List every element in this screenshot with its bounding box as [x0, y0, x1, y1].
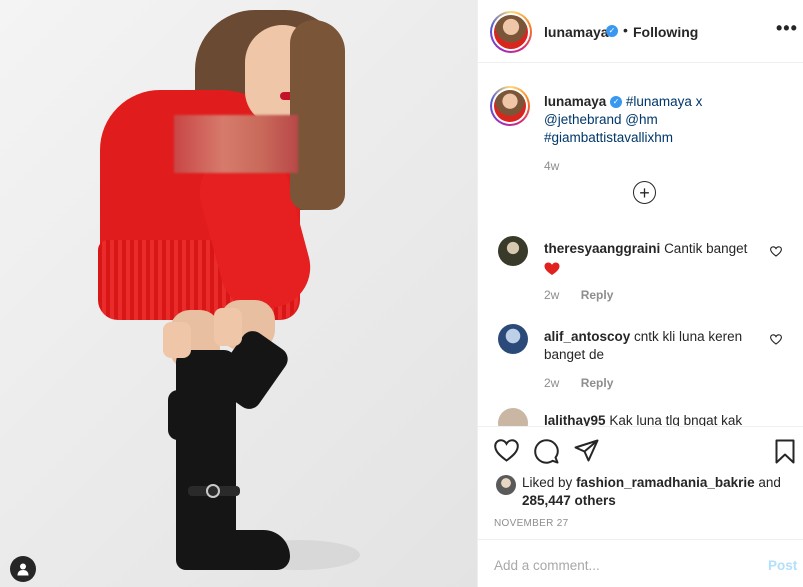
likes-count[interactable]: 285,447 others: [522, 493, 616, 508]
photo-hand: [163, 322, 191, 358]
post-date[interactable]: NOVEMBER 27: [494, 518, 568, 529]
caption-time[interactable]: 4w: [544, 159, 559, 173]
commenter-avatar[interactable]: [498, 408, 528, 426]
author-avatar[interactable]: [490, 11, 532, 53]
add-comment-section: Post: [478, 539, 803, 587]
following-button[interactable]: Following: [633, 24, 698, 40]
likes-and: and: [758, 475, 781, 490]
liker-avatar[interactable]: [496, 475, 516, 495]
comment-text: lalithay95 Kak luna tlg bngat kak: [544, 412, 754, 426]
photo-boot-foot: [200, 530, 290, 570]
caption-avatar[interactable]: [490, 86, 530, 126]
likes-prefix: Liked by: [522, 475, 573, 490]
comment-time[interactable]: 2w: [544, 288, 559, 302]
commenter-username[interactable]: alif_antoscoy: [544, 329, 630, 344]
bookmark-icon[interactable]: [775, 439, 795, 464]
liker-username[interactable]: fashion_ramadhania_bakrie: [576, 475, 755, 490]
more-options-icon[interactable]: •••: [776, 18, 798, 39]
comments-list[interactable]: lunamaya ✓ #lunamaya x @jethebrand @hm #…: [478, 64, 803, 426]
avatar-inner: [492, 13, 530, 51]
caption-username[interactable]: lunamaya: [544, 94, 606, 109]
plus-circle-icon: +: [639, 182, 650, 203]
avatar-image: [494, 15, 528, 49]
post-header: lunamaya ✓ • Following •••: [478, 0, 803, 63]
comment-meta: 2w Reply: [544, 376, 613, 390]
comment-body: Cantik banget: [664, 241, 748, 256]
caption-mentions[interactable]: @jethebrand @hm: [544, 112, 658, 127]
caption-text: lunamaya ✓ #lunamaya x @jethebrand @hm #…: [544, 93, 784, 147]
likes-summary: Liked by fashion_ramadhania_bakrie and 2…: [522, 474, 792, 510]
comment-meta: 2w Reply: [544, 288, 613, 302]
separator-dot: •: [623, 22, 628, 38]
post-actions: Liked by fashion_ramadhania_bakrie and 2…: [478, 426, 803, 539]
censor-blur: [174, 115, 298, 173]
post-side-panel: lunamaya ✓ • Following ••• lunamaya ✓ #l…: [477, 0, 803, 587]
share-icon[interactable]: [574, 439, 599, 462]
photo-buckle-ring: [206, 484, 220, 498]
comment-time[interactable]: 2w: [544, 376, 559, 390]
commenter-avatar[interactable]: [498, 236, 528, 266]
load-more-comments-button[interactable]: +: [633, 181, 656, 204]
red-heart-emoji-icon: [544, 262, 560, 275]
user-tag-icon: [17, 563, 29, 576]
verified-badge-icon: ✓: [606, 25, 618, 37]
comment-input[interactable]: [494, 554, 754, 576]
comment-like-heart-icon[interactable]: [770, 334, 782, 345]
avatar-inner: [492, 88, 528, 124]
reply-button[interactable]: Reply: [581, 376, 614, 390]
comment-like-heart-icon[interactable]: [770, 246, 782, 257]
comment-body: Kak luna tlg bngat kak: [609, 413, 743, 426]
reply-button[interactable]: Reply: [581, 288, 614, 302]
author-username[interactable]: lunamaya: [544, 24, 609, 40]
post-image[interactable]: [0, 0, 477, 587]
user-tag-button[interactable]: [10, 556, 36, 582]
photo-hand: [214, 308, 242, 346]
photo-hair-front: [290, 20, 345, 210]
commenter-avatar[interactable]: [498, 324, 528, 354]
comment-text: alif_antoscoy cntk kli luna keren banget…: [544, 328, 754, 364]
comment-text: theresyaanggraini Cantik banget: [544, 240, 754, 276]
caption-hashtag[interactable]: #lunamaya x: [626, 94, 703, 109]
comment-icon[interactable]: [534, 439, 559, 464]
avatar-image: [494, 90, 526, 122]
commenter-username[interactable]: lalithay95: [544, 413, 606, 426]
verified-badge-icon: ✓: [610, 96, 623, 109]
post-comment-button[interactable]: Post: [768, 558, 797, 573]
caption-hashtag[interactable]: #giambattistavallixhm: [544, 130, 673, 145]
commenter-username[interactable]: theresyaanggraini: [544, 241, 660, 256]
heart-icon[interactable]: [494, 439, 519, 462]
